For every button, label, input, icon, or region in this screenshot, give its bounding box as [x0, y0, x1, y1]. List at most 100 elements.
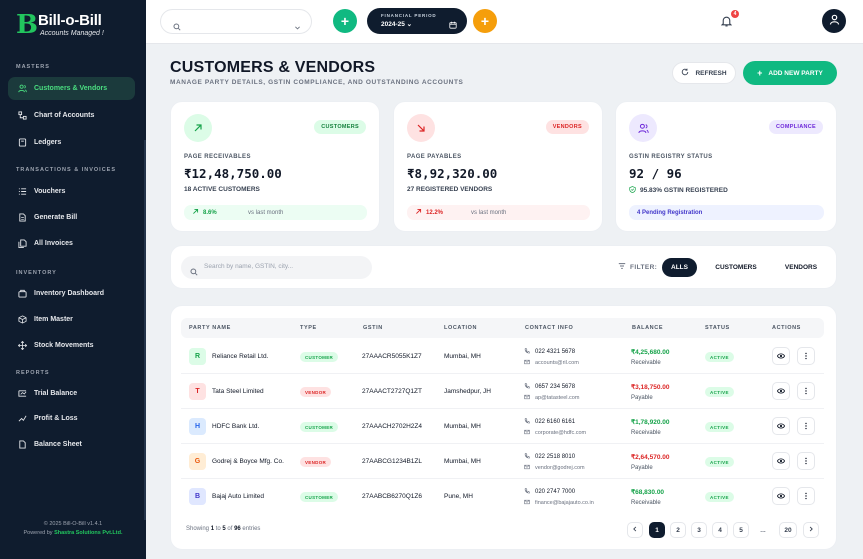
page-1-button[interactable]: 1: [649, 522, 665, 538]
page-5-button[interactable]: 5: [733, 522, 749, 538]
pagination-next-button[interactable]: [803, 522, 819, 538]
pagination-ellipsis: ...: [755, 522, 771, 538]
payables-trend: 12.2% vs last month: [407, 205, 590, 220]
sidebar-item-stock-movements[interactable]: Stock Movements: [8, 334, 135, 357]
page-4-button[interactable]: 4: [712, 522, 728, 538]
sidebar-item-inventory-dashboard[interactable]: Inventory Dashboard: [8, 282, 135, 305]
global-search-input[interactable]: [160, 9, 312, 34]
gstin: 27AAACH2702H2Z4: [362, 423, 422, 430]
party-search-input[interactable]: Search by name, GSTIN, city...: [181, 256, 372, 279]
more-options-button[interactable]: [797, 487, 815, 505]
table-row[interactable]: T Tata Steel Limited VENDOR 27AAACT2727Q…: [181, 375, 824, 409]
type-badge: VENDOR: [300, 457, 332, 467]
party-avatar: B: [189, 488, 206, 505]
page-2-button[interactable]: 2: [670, 522, 686, 538]
sidebar-item-ledgers[interactable]: Ledgers: [8, 131, 135, 154]
receivables-card: CUSTOMERS PAGE RECEIVABLES ₹12,48,750.00…: [170, 101, 380, 232]
phone-icon: [524, 347, 535, 356]
payables-value: ₹8,92,320.00: [407, 166, 498, 181]
arrow-down-right-icon: [407, 114, 435, 142]
section-transactions: TRANSACTIONS & INVOICES: [16, 167, 117, 173]
section-inventory: INVENTORY: [16, 270, 57, 276]
user-avatar[interactable]: [822, 9, 846, 33]
page-3-button[interactable]: 3: [691, 522, 707, 538]
eye-icon: [776, 382, 786, 400]
move-icon: [17, 340, 28, 351]
sidebar-item-balance-sheet[interactable]: Balance Sheet: [8, 433, 135, 456]
table-header: PARTY NAME TYPE GSTIN LOCATION CONTACT I…: [181, 318, 824, 338]
sidebar-item-chart-of-accounts[interactable]: Chart of Accounts: [8, 104, 135, 127]
shield-check-icon: [629, 186, 636, 195]
notification-badge: 4: [731, 10, 739, 18]
location: Mumbai, MH: [444, 353, 481, 360]
quick-add-button[interactable]: +: [333, 9, 357, 33]
view-button[interactable]: [772, 417, 790, 435]
eye-icon: [776, 452, 786, 470]
phone-icon: [524, 417, 535, 426]
more-vertical-icon: [802, 382, 810, 400]
scale-icon: [18, 389, 27, 398]
tab-customers[interactable]: CUSTOMERS: [706, 258, 766, 277]
refresh-button[interactable]: REFRESH: [672, 62, 736, 84]
add-transaction-button[interactable]: +: [473, 9, 497, 33]
party-name: HDFC Bank Ltd.: [212, 423, 260, 430]
sidebar-item-vouchers[interactable]: Vouchers: [8, 180, 135, 203]
mail-icon: [524, 359, 535, 367]
brand-logo[interactable]: B Bill-o-Bill Accounts Managed !: [16, 12, 104, 38]
sidebar-item-profit-loss[interactable]: Profit & Loss: [8, 407, 135, 430]
sidebar-item-item-master[interactable]: Item Master: [8, 308, 135, 331]
more-options-button[interactable]: [797, 347, 815, 365]
more-options-button[interactable]: [797, 417, 815, 435]
type-badge: CUSTOMER: [300, 492, 339, 502]
view-button[interactable]: [772, 347, 790, 365]
page-20-button[interactable]: 20: [779, 522, 797, 538]
table-row[interactable]: G Godrej & Boyce Mfg. Co. VENDOR 27AABCG…: [181, 445, 824, 479]
type-badge: VENDOR: [300, 387, 332, 397]
table-row[interactable]: R Reliance Retail Ltd. CUSTOMER 27AAACR5…: [181, 340, 824, 374]
phone-icon: [524, 487, 535, 496]
eye-icon: [776, 417, 786, 435]
status-badge: ACTIVE: [705, 352, 734, 362]
chevron-right-icon: [808, 526, 814, 534]
view-button[interactable]: [772, 382, 790, 400]
financial-period-selector[interactable]: FINANCIAL PERIOD 2024-25 ⌄: [367, 8, 467, 34]
calendar-icon: [449, 16, 457, 34]
table-row[interactable]: B Bajaj Auto Limited CUSTOMER 27AABCB627…: [181, 480, 824, 514]
list-icon: [18, 187, 27, 196]
contact-info: 022 4321 5678 accounts@ril.com: [524, 346, 579, 368]
pending-registration-note[interactable]: 4 Pending Registration: [629, 205, 824, 220]
add-new-party-button[interactable]: + ADD NEW PARTY: [743, 61, 837, 85]
balance: ₹4,25,680.00 Receivable: [631, 349, 670, 366]
users-icon: [629, 114, 657, 142]
mail-icon: [524, 499, 535, 507]
logo-mark-icon: B: [16, 10, 38, 40]
sidebar-scrollbar[interactable]: [144, 140, 146, 520]
users-icon: [18, 84, 27, 93]
pagination-prev-button[interactable]: [627, 522, 643, 538]
view-button[interactable]: [772, 487, 790, 505]
tab-all[interactable]: ALLS: [662, 258, 697, 277]
sidebar-item-all-invoices[interactable]: All Invoices: [8, 232, 135, 255]
tab-vendors[interactable]: VENDORS: [771, 258, 831, 277]
gstin: 27AABCG1234B1ZL: [362, 458, 422, 465]
more-options-button[interactable]: [797, 452, 815, 470]
user-icon: [829, 12, 840, 30]
party-name: Tata Steel Limited: [212, 388, 264, 395]
phone-icon: [524, 452, 535, 461]
view-button[interactable]: [772, 452, 790, 470]
chevron-down-icon: ⌄: [406, 21, 413, 28]
filter-label: FILTER:: [618, 262, 657, 272]
brand-subtitle: Accounts Managed !: [40, 29, 104, 37]
compliance-pill: COMPLIANCE: [769, 120, 823, 134]
notification-bell-icon[interactable]: [720, 14, 733, 32]
table-row[interactable]: H HDFC Bank Ltd. CUSTOMER 27AAACH2702H2Z…: [181, 410, 824, 444]
sidebar-item-generate-bill[interactable]: Generate Bill: [8, 206, 135, 229]
sidebar-item-trial-balance[interactable]: Trial Balance: [8, 382, 135, 405]
search-icon: [173, 18, 181, 36]
contact-info: 022 2518 8010 vendor@godrej.com: [524, 451, 585, 473]
receivables-value: ₹12,48,750.00: [184, 166, 282, 181]
location: Mumbai, MH: [444, 423, 481, 430]
more-options-button[interactable]: [797, 382, 815, 400]
sidebar-item-customers-vendors[interactable]: Customers & Vendors: [8, 77, 135, 100]
chevron-down-icon[interactable]: [294, 18, 301, 36]
